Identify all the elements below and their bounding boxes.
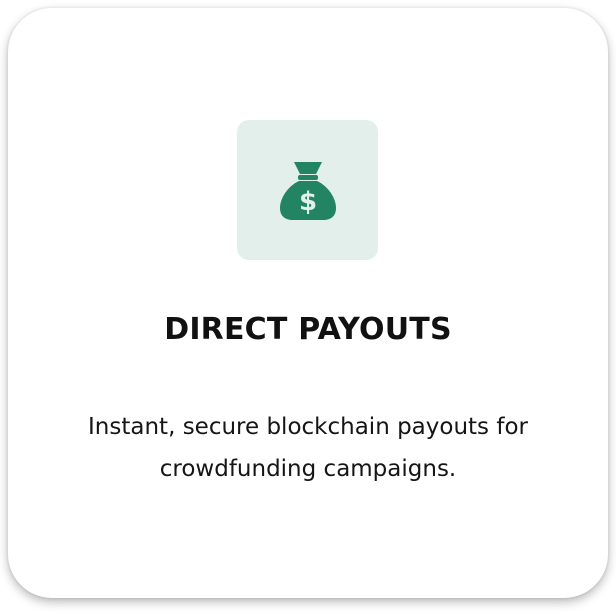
card-title: DIRECT PAYOUTS <box>164 312 452 347</box>
page: $ DIRECT PAYOUTS Instant, secure blockch… <box>0 0 616 616</box>
feature-card: $ DIRECT PAYOUTS Instant, secure blockch… <box>8 8 608 598</box>
card-description: Instant, secure blockchain payouts for c… <box>88 414 528 482</box>
money-bag-dollar-icon: $ <box>279 162 336 220</box>
icon-tile: $ <box>237 120 378 260</box>
svg-text:$: $ <box>298 187 316 217</box>
